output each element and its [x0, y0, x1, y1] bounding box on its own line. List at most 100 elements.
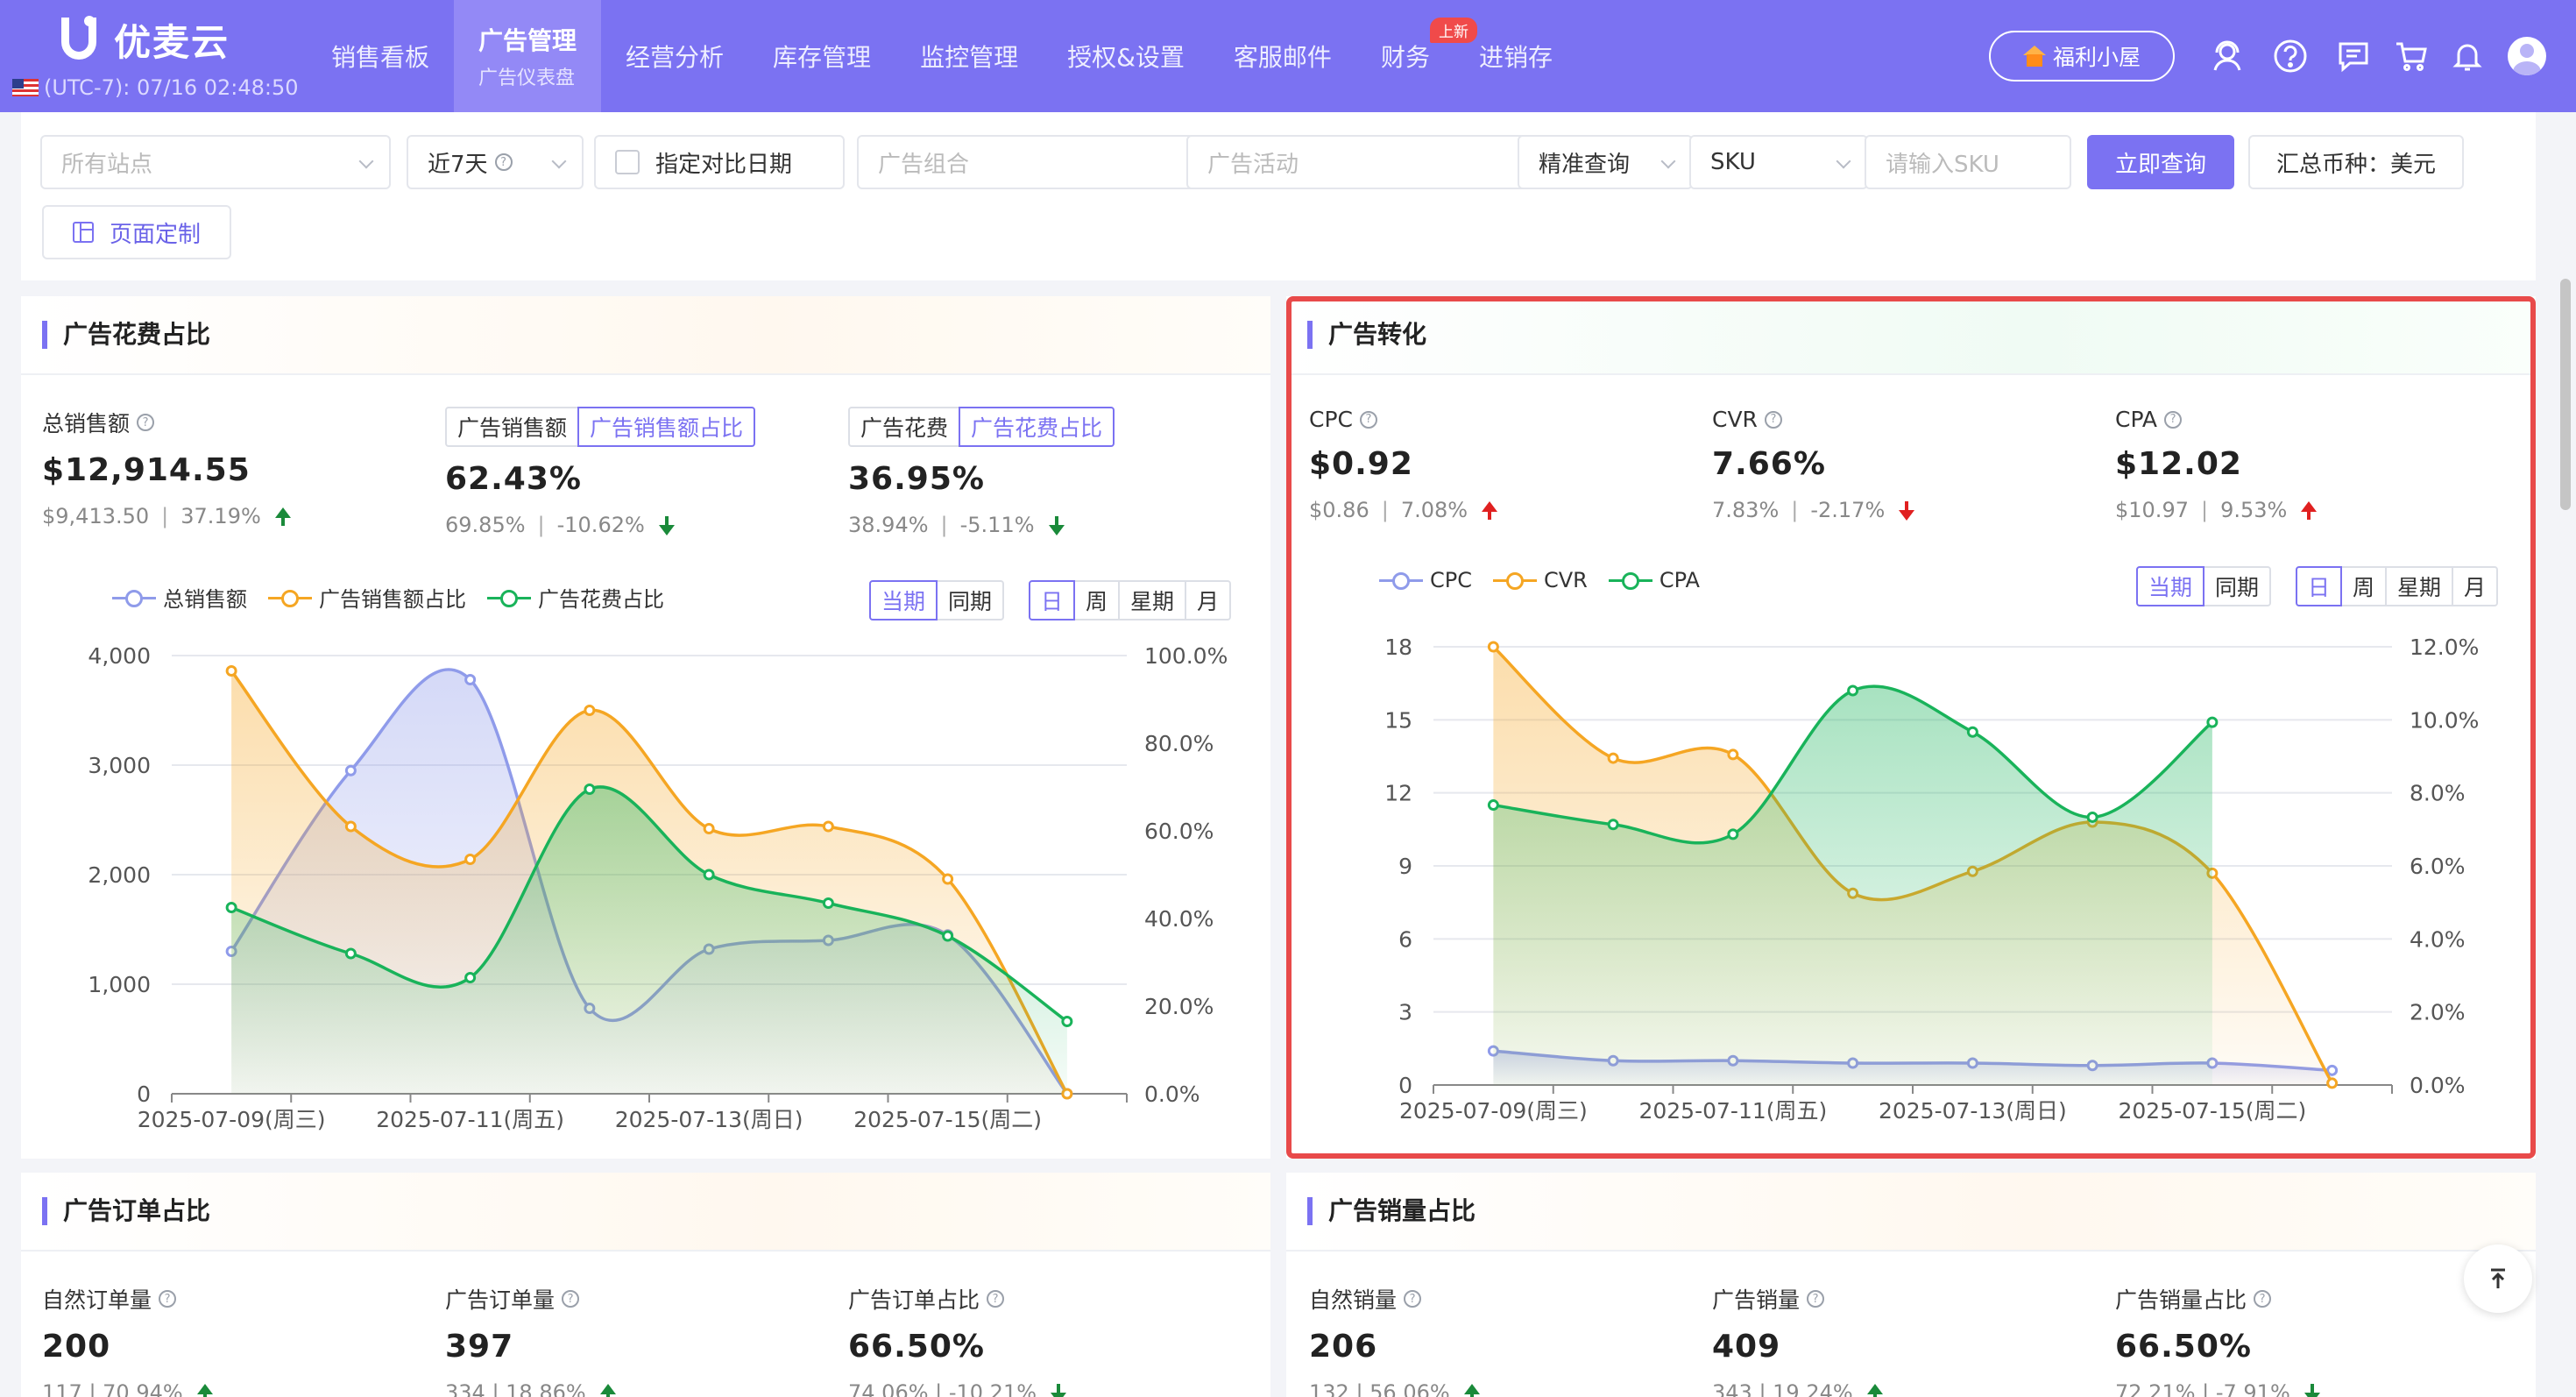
legend-item-ad-spend-share[interactable]: 广告花费占比	[487, 582, 664, 613]
metric-label: 总销售额	[42, 411, 131, 436]
tab-ad-sales-share[interactable]: 广告销售额占比	[577, 407, 756, 447]
help-icon[interactable]: ?	[1360, 410, 1377, 429]
tab-ad-spend-share[interactable]: 广告花费占比	[959, 407, 1115, 447]
help-icon[interactable]: ?	[1807, 1290, 1825, 1308]
legend-label: 总销售额	[163, 587, 247, 612]
field-select[interactable]: SKU	[1689, 135, 1868, 189]
metric-prev: 69.85%	[445, 513, 526, 537]
bell-icon[interactable]	[2450, 39, 2485, 74]
y-left-tick-label: 2,000	[88, 862, 151, 888]
tab-current-period[interactable]: 当期	[2136, 566, 2205, 606]
ad-group-placeholder: 广告组合	[878, 151, 970, 178]
help-icon[interactable]	[2273, 39, 2308, 74]
tab-weekday[interactable]: 星期	[2385, 566, 2454, 606]
help-icon[interactable]: ?	[137, 414, 155, 431]
house-icon	[2022, 46, 2046, 67]
data-point	[225, 902, 237, 913]
metric-compare: 343 | 19.24%	[1712, 1380, 1853, 1397]
nav-service-mail[interactable]: 客服邮件	[1209, 0, 1356, 112]
back-to-top-button[interactable]	[2464, 1245, 2532, 1313]
tab-same-period[interactable]: 同期	[2203, 566, 2272, 606]
tab-week[interactable]: 周	[1073, 580, 1121, 620]
page-custom-button[interactable]: 页面定制	[42, 205, 231, 259]
help-icon[interactable]: ?	[159, 1290, 177, 1308]
y-left-tick-label: 3	[1398, 1000, 1412, 1025]
message-icon[interactable]	[2336, 39, 2371, 74]
checkbox-icon	[615, 150, 640, 174]
tab-ad-sales[interactable]: 广告销售额	[445, 407, 580, 447]
nav-ad-management[interactable]: 广告管理 广告仪表盘	[454, 0, 602, 112]
arrow-up-icon	[1866, 1384, 1883, 1397]
compare-date-checkbox[interactable]: 指定对比日期	[594, 135, 845, 189]
currency-button[interactable]: 汇总币种：美元	[2248, 135, 2464, 189]
help-icon[interactable]: ?	[987, 1290, 1005, 1308]
y-left-tick-label: 9	[1398, 854, 1412, 879]
legend-item-total-sales[interactable]: 总销售额	[112, 582, 247, 613]
data-point	[1847, 684, 1859, 697]
metric-value: $12,914.55	[42, 452, 251, 488]
y-left-tick-label: 0	[1398, 1073, 1412, 1098]
site-select[interactable]: 所有站点	[40, 135, 391, 189]
app-logo[interactable]: 优麦云	[58, 12, 230, 67]
tab-day[interactable]: 日	[2296, 566, 2343, 606]
help-icon[interactable]: ?	[2254, 1290, 2272, 1308]
metric-label: 广告订单量	[445, 1287, 556, 1313]
y-right-tick-label: 0.0%	[1144, 1081, 1200, 1107]
nav-label: 财务	[1380, 43, 1430, 72]
logo-icon	[58, 12, 105, 67]
data-point	[344, 947, 357, 960]
y-right-tick-label: 80.0%	[1144, 731, 1214, 756]
tab-week[interactable]: 周	[2340, 566, 2388, 606]
nav-label: 授权&设置	[1067, 43, 1185, 72]
welfare-button[interactable]: 福利小屋	[1989, 31, 2175, 82]
legend-item-ad-sales-share[interactable]: 广告销售额占比	[268, 582, 466, 613]
nav-inventory[interactable]: 库存管理	[748, 0, 895, 112]
nav-business-analysis[interactable]: 经营分析	[601, 0, 748, 112]
help-icon[interactable]: ?	[2164, 410, 2183, 429]
card-header: 广告转化	[1286, 296, 2536, 375]
help-icon[interactable]: ?	[1404, 1290, 1422, 1308]
data-point	[2086, 811, 2098, 823]
organic-volume-metric: 自然销量? 206 132 | 56.06%	[1309, 1283, 1480, 1397]
tab-current-period[interactable]: 当期	[869, 580, 938, 620]
ad-conversion-chart[interactable]: 0 3 6 9 12 15 18 0.0% 2.0% 4.0% 6.0% 8.0% 10.0% 12.0%…	[1286, 620, 2536, 1155]
legend-item-cpa[interactable]: CPA	[1608, 568, 1700, 592]
help-icon[interactable]: ?	[1764, 410, 1782, 429]
nav-auth-settings[interactable]: 授权&设置	[1043, 0, 1209, 112]
legend-item-cvr[interactable]: CVR	[1493, 568, 1588, 592]
tab-day[interactable]: 日	[1029, 580, 1076, 620]
tab-ad-spend[interactable]: 广告花费	[848, 407, 961, 447]
metric-compare: 72.21% | -7.91%	[2115, 1380, 2290, 1397]
ad-spend-share-chart[interactable]: 0 1,000 2,000 3,000 4,000 0.0% 20.0% 40.0% 60.0%…	[21, 629, 1270, 1155]
avatar-icon[interactable]	[2508, 37, 2546, 75]
nav-finance[interactable]: 财务 上新	[1356, 0, 1477, 112]
match-type-value: 精准查询	[1539, 151, 1631, 178]
nav-purchase-sales[interactable]: 进销存	[1454, 0, 1577, 112]
tab-weekday[interactable]: 星期	[1118, 580, 1187, 620]
x-tick-label: 2025-07-13(周日)	[1879, 1098, 2067, 1124]
ad-volume-metric: 广告销量? 409 343 | 19.24%	[1712, 1283, 1883, 1397]
chart-legend: CPC CVR CPA	[1379, 568, 1721, 592]
tab-month[interactable]: 月	[1185, 580, 1232, 620]
scrollbar-thumb[interactable]	[2560, 279, 2571, 510]
metric-label: 广告销量占比	[2115, 1287, 2247, 1313]
date-range-select[interactable]: 近7天?	[407, 135, 584, 189]
cart-icon[interactable]	[2394, 39, 2429, 74]
arrow-down-icon	[1051, 1384, 1067, 1397]
match-type-select[interactable]: 精准查询	[1518, 135, 1693, 189]
tab-same-period[interactable]: 同期	[936, 580, 1005, 620]
tab-month[interactable]: 月	[2452, 566, 2499, 606]
sku-input[interactable]: 请输入SKU	[1865, 135, 2071, 189]
nav-monitoring[interactable]: 监控管理	[895, 0, 1043, 112]
metric-label: CPA	[2115, 407, 2158, 432]
query-button[interactable]: 立即查询	[2087, 135, 2234, 189]
y-right-tick-label: 60.0%	[1144, 819, 1214, 844]
ad-activity-input[interactable]: 广告活动	[1186, 135, 1547, 189]
nav-sales-board[interactable]: 销售看板	[307, 0, 454, 112]
data-point	[2326, 1077, 2339, 1089]
user-service-icon[interactable]	[2210, 39, 2245, 74]
ad-group-input[interactable]: 广告组合	[857, 135, 1218, 189]
legend-item-cpc[interactable]: CPC	[1379, 568, 1472, 592]
data-point	[822, 897, 834, 909]
help-icon[interactable]: ?	[562, 1290, 580, 1308]
